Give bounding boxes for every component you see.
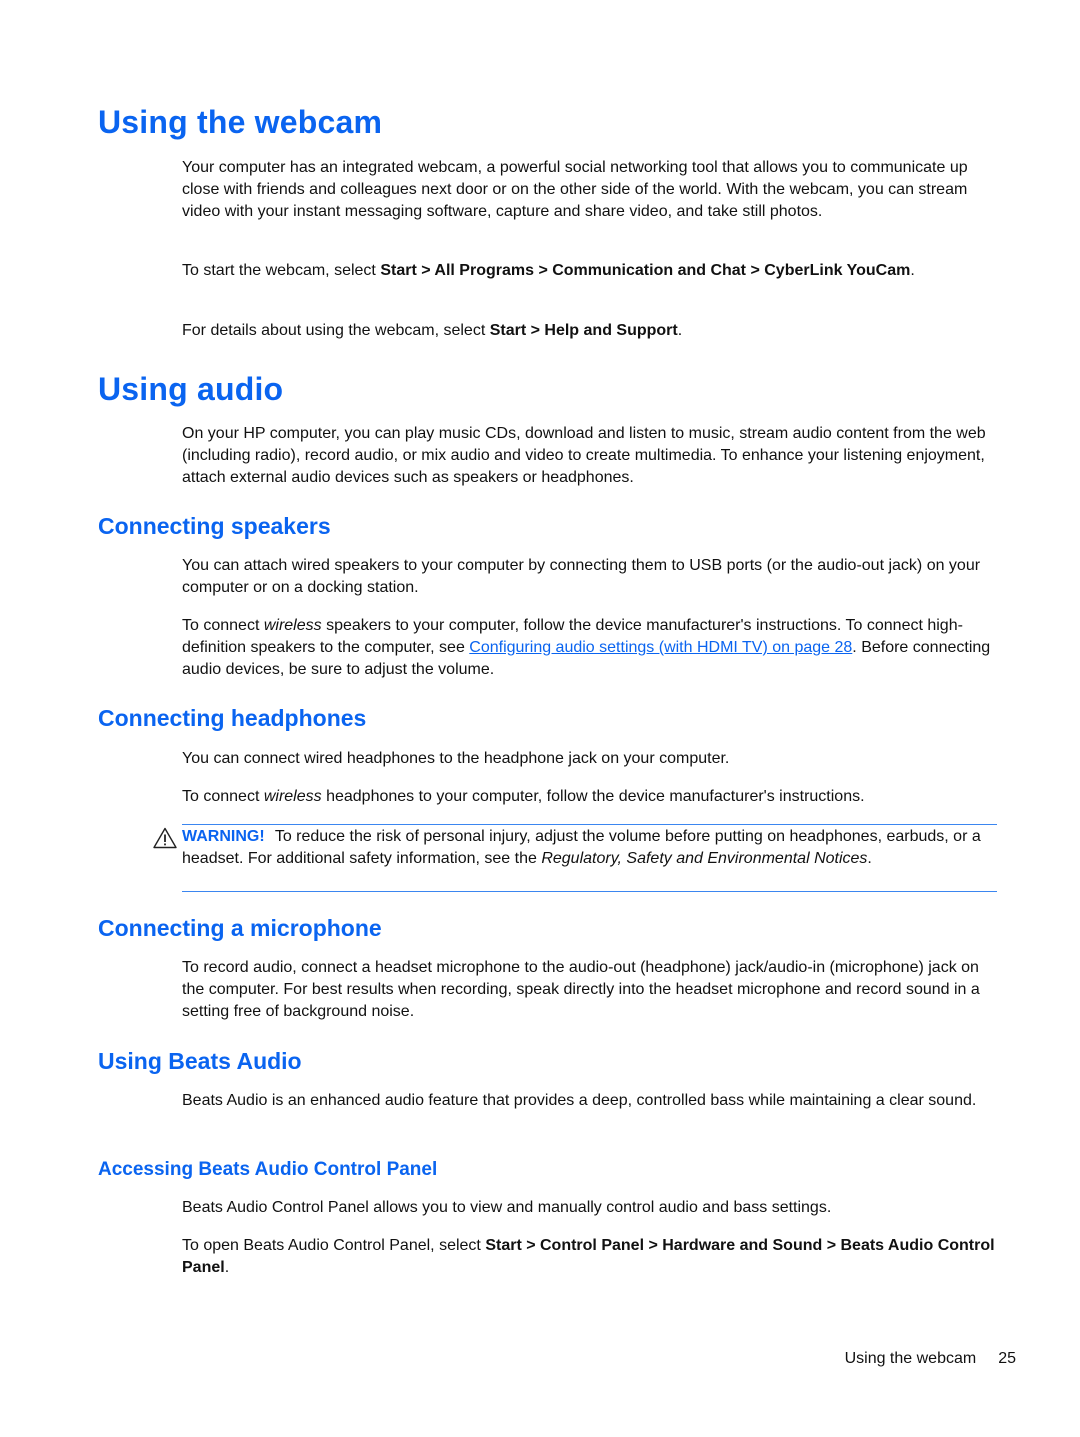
heading-connecting-speakers: Connecting speakers [98, 513, 331, 539]
headphones-wired-paragraph: You can connect wired headphones to the … [182, 750, 730, 767]
text: . [224, 1259, 230, 1276]
heading-connecting-a-microphone: Connecting a microphone [98, 915, 382, 941]
menu-path: Start > Help and Support [489, 322, 678, 339]
beats-panel-paragraph: Beats Audio Control Panel allows you to … [182, 1199, 832, 1216]
text: headphones to your computer, follow the … [321, 788, 865, 805]
heading-accessing-beats-audio-control-panel: Accessing Beats Audio Control Panel [98, 1159, 438, 1180]
footer-section-title: Using the webcam [844, 1350, 977, 1367]
warning-text: WARNING! To reduce the risk of personal … [182, 825, 997, 870]
webcam-intro-paragraph: Your computer has an integrated webcam, … [182, 159, 968, 220]
heading-using-beats-audio: Using Beats Audio [98, 1048, 302, 1074]
emphasis: wireless [263, 617, 322, 634]
text: To connect [182, 617, 264, 634]
hdmi-audio-settings-link[interactable]: Configuring audio settings (with HDMI TV… [469, 639, 852, 656]
text: . [910, 262, 915, 279]
headphones-wireless-paragraph: To connect wireless headphones to your c… [182, 786, 997, 808]
speakers-wired-paragraph: You can attach wired speakers to your co… [182, 557, 981, 596]
webcam-start-paragraph: To start the webcam, select Start > All … [182, 260, 997, 282]
warning-note: WARNING! To reduce the risk of personal … [182, 824, 997, 892]
page-number: 25 [998, 1350, 1016, 1367]
emphasis: Regulatory, Safety and Environmental Not… [541, 850, 868, 867]
text: To open Beats Audio Control Panel, selec… [182, 1237, 486, 1254]
heading-connecting-headphones: Connecting headphones [98, 705, 367, 731]
text: To connect [182, 788, 264, 805]
warning-label: WARNING! [182, 828, 265, 845]
beats-panel-open-paragraph: To open Beats Audio Control Panel, selec… [182, 1235, 997, 1279]
page-footer: Using the webcam 25 [845, 1350, 1016, 1368]
text: . [677, 322, 683, 339]
heading-using-the-webcam: Using the webcam [98, 104, 383, 140]
menu-path: Start > All Programs > Communication and… [380, 262, 911, 279]
speakers-wireless-paragraph: To connect wireless speakers to your com… [182, 615, 997, 681]
text: To start the webcam, select [182, 262, 381, 279]
warning-triangle-icon [153, 827, 177, 849]
emphasis: wireless [263, 788, 322, 805]
text: . [867, 850, 872, 867]
audio-intro-paragraph: On your HP computer, you can play music … [182, 425, 986, 486]
heading-using-audio: Using audio [98, 371, 284, 407]
webcam-help-paragraph: For details about using the webcam, sele… [182, 320, 997, 342]
microphone-paragraph: To record audio, connect a headset micro… [182, 959, 980, 1020]
text: For details about using the webcam, sele… [182, 322, 490, 339]
beats-paragraph: Beats Audio is an enhanced audio feature… [182, 1092, 977, 1109]
